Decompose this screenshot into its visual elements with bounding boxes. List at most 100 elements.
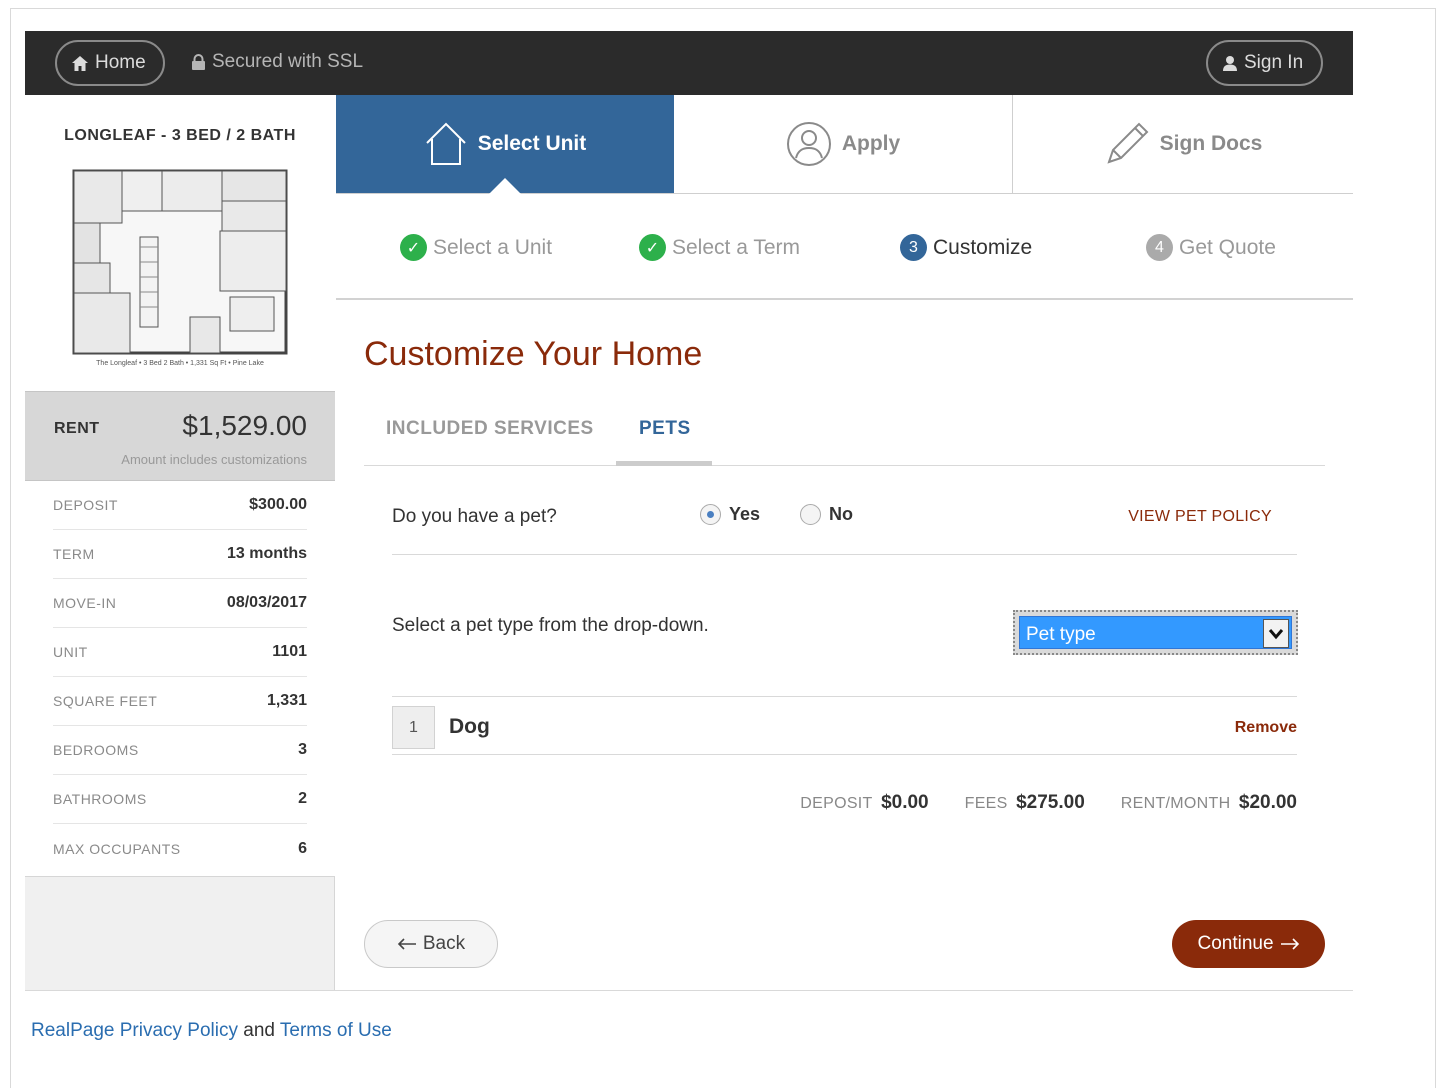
ssl-indicator: Secured with SSL bbox=[191, 51, 363, 73]
check-icon: ✓ bbox=[400, 234, 427, 261]
pet-no-radio[interactable]: No bbox=[800, 504, 853, 525]
pet-type-select[interactable]: Pet type bbox=[1013, 610, 1298, 655]
home-button[interactable]: Home bbox=[55, 40, 165, 86]
substep-customize[interactable]: 3 Customize bbox=[900, 234, 1032, 261]
substep-get-quote[interactable]: 4 Get Quote bbox=[1146, 234, 1276, 261]
sign-in-label: Sign In bbox=[1244, 52, 1304, 73]
total-value: $20.00 bbox=[1238, 792, 1297, 813]
step-label: Sign Docs bbox=[1159, 132, 1263, 155]
main-content: Select Unit Apply Sign Docs ✓ Select a U… bbox=[336, 95, 1353, 990]
user-circle-icon bbox=[786, 122, 831, 166]
detail-label: TERM bbox=[53, 546, 95, 562]
floorplan-caption: The Longleaf • 3 Bed 2 Bath • 1,331 Sq F… bbox=[96, 360, 264, 367]
detail-value: 1,331 bbox=[266, 692, 307, 709]
detail-row-deposit: DEPOSIT $300.00 bbox=[53, 481, 307, 530]
pencil-icon bbox=[1107, 122, 1149, 164]
active-step-pointer bbox=[489, 178, 521, 194]
view-pet-policy-link[interactable]: VIEW PET POLICY bbox=[1128, 508, 1272, 526]
unit-details-list: DEPOSIT $300.00 TERM 13 months MOVE-IN 0… bbox=[25, 481, 335, 877]
total-label: DEPOSIT bbox=[800, 795, 873, 812]
floorplan-image bbox=[72, 169, 288, 355]
step-sign-docs[interactable]: Sign Docs bbox=[1013, 95, 1353, 193]
step-label: Select Unit bbox=[477, 132, 587, 155]
back-button[interactable]: Back bbox=[364, 920, 498, 968]
tab-included-services[interactable]: INCLUDED SERVICES bbox=[386, 418, 594, 440]
terms-of-use-link[interactable]: Terms of Use bbox=[280, 1020, 392, 1041]
check-icon: ✓ bbox=[639, 234, 666, 261]
pet-list-item: 1 Dog Remove bbox=[392, 697, 1297, 755]
continue-button[interactable]: Continue bbox=[1172, 920, 1325, 968]
rent-note: Amount includes customizations bbox=[121, 452, 307, 467]
radio-label: Yes bbox=[729, 504, 761, 524]
radio-unselected[interactable] bbox=[800, 504, 821, 525]
step-number-badge: 3 bbox=[900, 234, 927, 261]
detail-value: 08/03/2017 bbox=[226, 594, 307, 611]
substep-label: Customize bbox=[933, 235, 1033, 259]
pet-name: Dog bbox=[449, 715, 490, 738]
step-apply[interactable]: Apply bbox=[674, 95, 1013, 193]
house-icon bbox=[426, 122, 466, 165]
arrow-right-icon bbox=[1280, 938, 1299, 950]
total-deposit: DEPOSIT $0.00 bbox=[800, 792, 928, 814]
sign-in-button[interactable]: Sign In bbox=[1206, 40, 1323, 86]
active-tab-indicator bbox=[616, 461, 712, 466]
page-title: Customize Your Home bbox=[364, 335, 703, 373]
radio-label: No bbox=[829, 504, 853, 524]
unit-card: LONGLEAF - 3 BED / 2 BATH The Longleaf •… bbox=[25, 95, 335, 391]
pet-yes-radio[interactable]: Yes bbox=[700, 504, 760, 525]
detail-label: SQUARE FEET bbox=[53, 693, 158, 709]
total-label: RENT/MONTH bbox=[1120, 795, 1231, 812]
total-label: FEES bbox=[964, 795, 1008, 812]
detail-label: MOVE-IN bbox=[53, 595, 117, 611]
pet-type-label: Select a pet type from the drop-down. bbox=[392, 615, 709, 636]
detail-value: 6 bbox=[298, 839, 307, 857]
detail-label: BATHROOMS bbox=[53, 791, 147, 807]
sub-steps: ✓ Select a Unit ✓ Select a Term 3 Custom… bbox=[336, 194, 1353, 300]
detail-label: MAX OCCUPANTS bbox=[53, 840, 181, 857]
substep-label: Select a Term bbox=[672, 235, 800, 259]
chevron-down-icon[interactable] bbox=[1263, 619, 1289, 648]
detail-row-move-in: MOVE-IN 08/03/2017 bbox=[53, 579, 307, 628]
detail-label: UNIT bbox=[53, 644, 88, 660]
user-icon bbox=[1223, 55, 1237, 71]
privacy-policy-link[interactable]: RealPage Privacy Policy bbox=[31, 1020, 238, 1041]
back-label: Back bbox=[422, 933, 466, 954]
detail-row-unit: UNIT 1101 bbox=[53, 628, 307, 677]
top-navbar: Home Secured with SSL Sign In bbox=[25, 31, 1353, 95]
unit-summary-sidebar: LONGLEAF - 3 BED / 2 BATH The Longleaf •… bbox=[25, 95, 335, 990]
substep-label: Get Quote bbox=[1179, 235, 1276, 259]
footer: RealPage Privacy Policy and Terms of Use bbox=[31, 1020, 392, 1042]
substep-select-unit[interactable]: ✓ Select a Unit bbox=[400, 234, 552, 261]
detail-row-square-feet: SQUARE FEET 1,331 bbox=[53, 677, 307, 726]
pet-question-label: Do you have a pet? bbox=[392, 506, 557, 527]
rent-value: $1,529.00 bbox=[182, 410, 307, 441]
detail-label: DEPOSIT bbox=[53, 497, 118, 513]
total-value: $275.00 bbox=[1016, 792, 1085, 813]
home-label: Home bbox=[95, 52, 146, 73]
pet-type-select-field[interactable]: Pet type bbox=[1019, 616, 1292, 649]
detail-row-max-occupants: MAX OCCUPANTS 6 bbox=[53, 824, 307, 873]
detail-value: 1101 bbox=[272, 643, 307, 660]
unit-name: LONGLEAF - 3 BED / 2 BATH bbox=[64, 127, 296, 144]
tab-pets[interactable]: PETS bbox=[639, 418, 691, 440]
detail-row-term: TERM 13 months bbox=[53, 530, 307, 579]
step-label: Apply bbox=[841, 132, 901, 155]
detail-value: 3 bbox=[298, 741, 307, 758]
remove-pet-link[interactable]: Remove bbox=[1235, 719, 1297, 737]
detail-label: BEDROOMS bbox=[53, 742, 139, 758]
detail-value: 2 bbox=[298, 790, 307, 807]
radio-selected[interactable] bbox=[700, 504, 721, 525]
pet-index-badge: 1 bbox=[392, 706, 435, 749]
substep-select-term[interactable]: ✓ Select a Term bbox=[639, 234, 800, 261]
content-divider bbox=[25, 990, 1353, 991]
detail-row-bedrooms: BEDROOMS 3 bbox=[53, 726, 307, 775]
primary-steps: Select Unit Apply Sign Docs bbox=[336, 95, 1353, 194]
substep-label: Select a Unit bbox=[433, 235, 553, 259]
detail-value: $300.00 bbox=[249, 496, 307, 513]
pet-question-row: Do you have a pet? Yes No VIEW PET POLIC… bbox=[392, 480, 1297, 555]
continue-label: Continue bbox=[1197, 933, 1274, 954]
ssl-label: Secured with SSL bbox=[212, 51, 364, 72]
pet-totals: DEPOSIT $0.00 FEES $275.00 RENT/MONTH $2… bbox=[800, 792, 1297, 814]
footer-and-text: and bbox=[243, 1020, 275, 1041]
pet-type-selected-value: Pet type bbox=[1026, 624, 1096, 645]
